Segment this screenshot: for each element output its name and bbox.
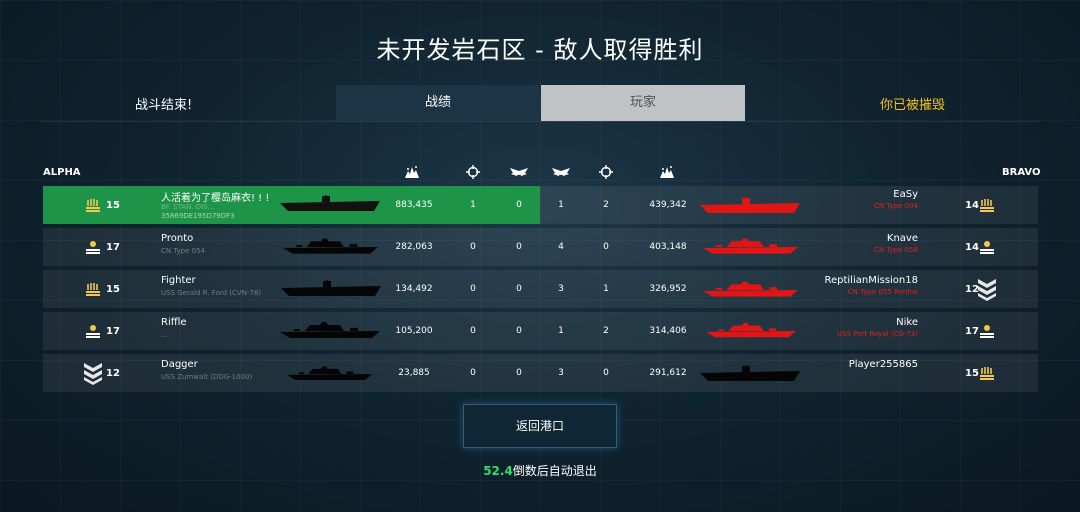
score: 439,342 (649, 200, 687, 210)
ship-name: CN Type 054 (161, 247, 206, 255)
countdown-text: 倒数后自动退出 (512, 464, 597, 478)
table-row[interactable]: 17 Pronto CN Type 054 282,063 0 0 4 0 40… (43, 228, 1038, 266)
rank-icon (979, 239, 995, 255)
rank-icon (85, 281, 101, 297)
rank-level: 14 (965, 200, 979, 211)
ship-name: ... (161, 331, 168, 339)
kills: 2 (603, 200, 609, 210)
player-name: Knave (886, 233, 918, 244)
player-name: 人活着为了樱岛麻衣! ! ! (161, 193, 270, 204)
ship-silhouette (280, 321, 380, 341)
rank-level: 15 (106, 200, 120, 211)
kills: 0 (470, 368, 476, 378)
player-name: ReptilianMission18 (824, 275, 918, 286)
kills: 1 (470, 200, 476, 210)
player-name: EaSy (893, 189, 918, 200)
score: 883,435 (395, 200, 433, 210)
assists: 4 (558, 242, 564, 252)
battle-over-label: 战斗结束! (135, 98, 193, 113)
rank-level: 15 (965, 368, 979, 379)
score: 403,148 (649, 242, 687, 252)
rank-level: 17 (965, 326, 979, 337)
player-id: 35869DE195D79DF3 (161, 212, 235, 220)
ship-name: USS Port Royal (CG-73) (837, 330, 918, 338)
team-label-alpha: ALPHA (43, 167, 81, 178)
ship-name: CN Type 058 (873, 246, 918, 254)
kills: 0 (603, 242, 609, 252)
wings-icon (509, 165, 529, 179)
explosion-icon (657, 165, 677, 179)
rank-icon (85, 197, 101, 213)
rank-level: 12 (106, 368, 120, 379)
rank-icon (979, 197, 995, 213)
kills: 0 (470, 242, 476, 252)
header-divider (40, 121, 1040, 122)
rank-icon (979, 323, 995, 339)
team-label-bravo: BRAVO (1002, 167, 1041, 178)
player-name: Fighter (161, 275, 196, 286)
assists: 3 (558, 368, 564, 378)
score: 134,492 (395, 284, 433, 294)
tab-players[interactable]: 玩家 (541, 85, 745, 121)
table-row[interactable]: 12 Dagger USS Zumwalt (DDG-1000) 23,885 … (43, 354, 1038, 392)
tab-stats[interactable]: 战绩 (336, 85, 540, 121)
rank-icon (979, 365, 995, 381)
assists: 3 (558, 284, 564, 294)
crosshair-icon (596, 165, 616, 179)
rank-icon (85, 323, 101, 339)
rank-level: 14 (965, 242, 979, 253)
ship-name: CN Type 055 Renhai (847, 288, 918, 296)
rank-level: 15 (106, 284, 120, 295)
kills: 0 (470, 326, 476, 336)
player-name: Player255865 (848, 359, 918, 370)
destroyed-label: 你已被摧毁 (880, 98, 946, 113)
player-name: Nike (896, 317, 918, 328)
player-name: Dagger (161, 359, 198, 370)
score: 282,063 (395, 242, 433, 252)
ship-silhouette (283, 237, 378, 257)
score: 105,200 (395, 326, 433, 336)
assists: 1 (558, 326, 564, 336)
score: 291,612 (649, 368, 687, 378)
table-row[interactable]: 15 Fighter USS Gerald R. Ford (CVN-78) 1… (43, 270, 1038, 308)
ship-name: USS Zumwalt (DDG-1000) (161, 373, 253, 381)
crosshair-icon (463, 165, 483, 179)
kills: 1 (603, 284, 609, 294)
countdown-seconds: 52.4 (483, 464, 513, 478)
player-name: Pronto (161, 233, 194, 244)
assists: 1 (558, 200, 564, 210)
ship-name: BF. STAN. DIS... (161, 203, 215, 211)
ship-name: USS Gerald R. Ford (CVN-78) (161, 289, 262, 297)
player-name: Riffle (161, 317, 187, 328)
ship-silhouette (280, 195, 380, 215)
ship-name: CN Type 004 (873, 202, 918, 210)
explosion-icon (402, 165, 422, 179)
page-title: 未开发岩石区 - 敌人取得胜利 (376, 36, 704, 64)
ship-silhouette (287, 365, 372, 383)
score: 326,952 (649, 284, 687, 294)
table-row[interactable]: 17 Riffle ... 105,200 0 0 1 2 314,406 Ni… (43, 312, 1038, 350)
table-row[interactable]: 15 人活着为了樱岛麻衣! ! ! BF. STAN. DIS... 35869… (43, 186, 1038, 224)
kills: 0 (603, 368, 609, 378)
kills: 0 (470, 284, 476, 294)
rank-level: 17 (106, 242, 120, 253)
score: 23,885 (398, 368, 430, 378)
rank-icon (83, 361, 103, 385)
kills: 2 (603, 326, 609, 336)
ship-silhouette (281, 280, 381, 300)
auto-exit-countdown: 52.4倒数后自动退出 (0, 462, 1080, 479)
return-to-port-button[interactable]: 返回港口 (463, 404, 617, 448)
score: 314,406 (649, 326, 687, 336)
wings-icon (551, 165, 571, 179)
rank-icon (977, 277, 997, 301)
rank-level: 17 (106, 326, 120, 337)
rank-icon (85, 239, 101, 255)
